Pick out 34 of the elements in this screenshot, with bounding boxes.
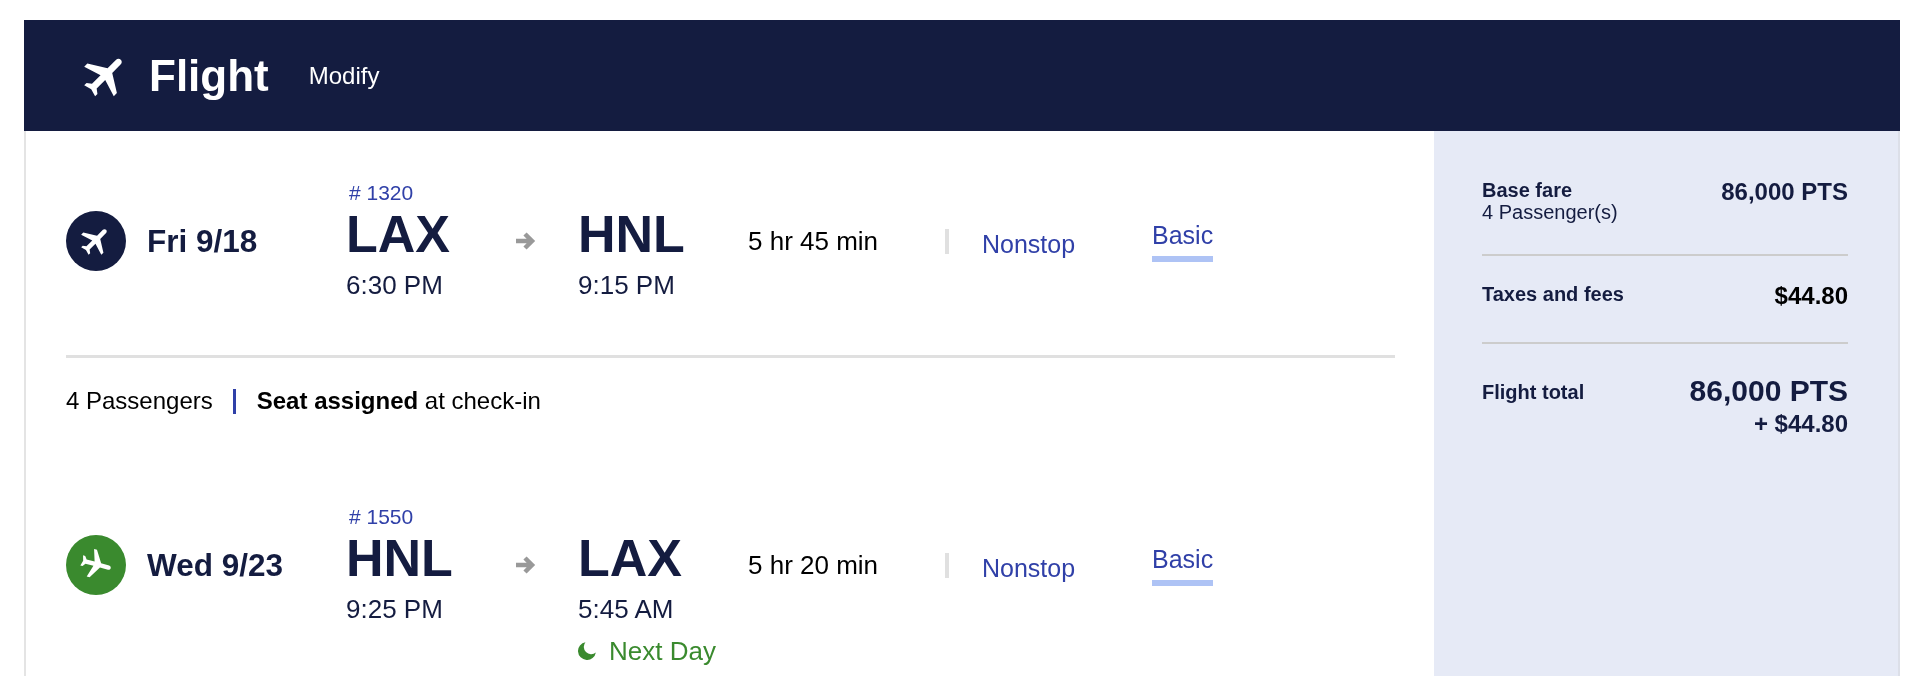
passenger-note: 4 Passenger(s) [1482,201,1618,223]
origin-code: LAX [346,204,450,264]
destination-code: HNL [578,204,685,264]
moon-icon [578,642,596,660]
total-label: Flight total [1482,381,1585,403]
passenger-count: 4 Passengers [66,386,213,416]
modify-button[interactable]: Modify [308,60,380,91]
destination-code: LAX [578,528,682,588]
flight-date: Wed 9/23 [147,547,284,583]
flight-number-link[interactable]: # 1320 [346,182,414,204]
stops-link[interactable]: Nonstop [982,229,1152,259]
price-label: Taxes and fees [1482,283,1624,305]
price-amount: $44.80 [1774,283,1848,309]
fare-type-link[interactable]: Basic [1152,544,1214,586]
next-day-note: Next Day [609,636,716,666]
seating-info: Seat assigned at check-in [256,386,541,416]
fare-type-link[interactable]: Basic [1152,220,1214,262]
flight-duration: 5 hr 20 min [748,550,880,580]
flight-duration: 5 hr 45 min [748,226,880,256]
flight-number-link[interactable]: # 1550 [346,506,414,528]
arrival-time: 5:45 AM [578,594,674,624]
arrow-right-icon [515,231,537,251]
price-amount: 86,000 PTS [1721,179,1848,205]
origin-code: HNL [346,528,453,588]
total-cash: + $44.80 [1753,409,1848,439]
page-title: Flight [149,50,269,101]
total-points: 86,000 PTS [1689,373,1848,409]
arrival-time: 9:15 PM [578,270,675,300]
arrow-right-icon [515,555,537,575]
departure-time: 6:30 PM [346,270,443,300]
stops-link[interactable]: Nonstop [982,553,1152,583]
price-label: Base fare [1482,179,1574,201]
departure-time: 9:25 PM [346,594,443,624]
flight-date: Fri 9/18 [147,223,259,259]
